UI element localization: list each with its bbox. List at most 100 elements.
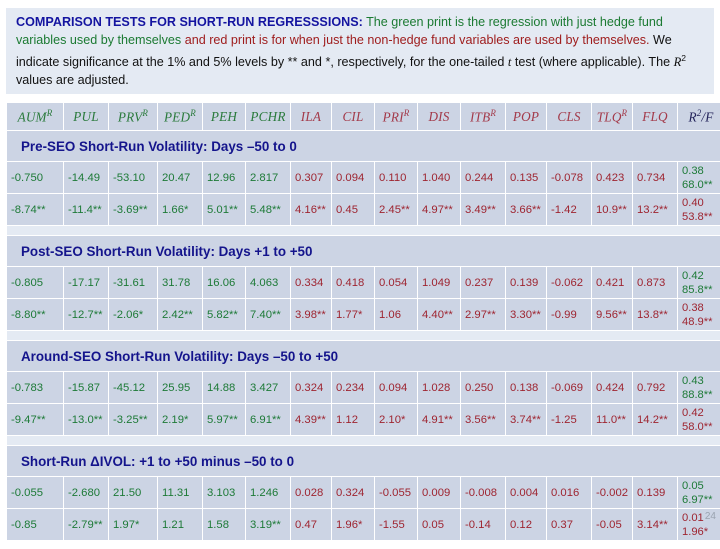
table-cell: 5.01** — [203, 194, 245, 225]
header-base: FLQ — [642, 108, 668, 124]
rsquared-f-stack: 0.38 48.9** — [682, 301, 720, 329]
rsquared-f-stack: 0.38 68.0** — [682, 164, 720, 192]
rsquared-value: 0.42 — [682, 406, 704, 419]
table-cell: -2.06* — [109, 299, 157, 330]
table-cell: 7.40** — [246, 299, 290, 330]
table-cell: 5.82** — [203, 299, 245, 330]
table-cell: 0.792 — [633, 372, 677, 403]
table-cell: 0.37 — [547, 509, 591, 540]
table-cell: -0.750 — [7, 162, 63, 193]
table-cell: 0.734 — [633, 162, 677, 193]
table-cell: 4.97** — [418, 194, 460, 225]
table-cell: 3.66** — [506, 194, 546, 225]
table-cell: 4.39** — [291, 404, 331, 435]
header-superscript: R — [46, 107, 53, 118]
f-statistic-value: 68.0** — [682, 178, 713, 191]
header-base: TLQ — [596, 109, 622, 125]
table-cell: -0.14 — [461, 509, 505, 540]
coefficient-row: -0.055 -2.680 21.50 11.31 3.103 1.246 0.028 0.3… — [7, 477, 720, 508]
tstatistic-row: -9.47** -13.0** -3.25** 2.19* 5.97** 6.91** 4.… — [7, 404, 720, 435]
table-cell: 13.8** — [633, 299, 677, 330]
caption-r-exponent: 2 — [681, 52, 687, 63]
table-cell: 0.135 — [506, 162, 546, 193]
table-cell: 0.47 — [291, 509, 331, 540]
caption-lead: COMPARISON TESTS FOR SHORT-RUN REGRESSSI… — [16, 15, 363, 29]
table-cell: 14.2** — [633, 404, 677, 435]
table-cell: 0.054 — [375, 267, 417, 298]
table-cell: 3.56** — [461, 404, 505, 435]
table-cell: 0.244 — [461, 162, 505, 193]
column-header-flq: FLQ — [633, 103, 677, 130]
table-cell: 4.91** — [418, 404, 460, 435]
table-cell: 0.423 — [592, 162, 632, 193]
table-cell: 31.78 — [158, 267, 202, 298]
table-cell: 2.817 — [246, 162, 290, 193]
column-header-ila: ILA — [291, 103, 331, 130]
table-cell: 1.028 — [418, 372, 460, 403]
table-cell: -8.80** — [7, 299, 63, 330]
header-base: R — [688, 109, 697, 125]
column-header-prv: PRVR — [109, 103, 157, 130]
table-cell: 1.246 — [246, 477, 290, 508]
column-header-peh: PEH — [203, 103, 245, 130]
table-cell: 16.06 — [203, 267, 245, 298]
table-cell: -2.79** — [64, 509, 108, 540]
table-cell: 0.324 — [291, 372, 331, 403]
table-cell: -0.05 — [592, 509, 632, 540]
table-cell: -9.47** — [7, 404, 63, 435]
header-base: PEH — [210, 108, 238, 124]
column-header-row: AUMR PUL PRVR PEDR PEH PCHR ILA CIL PRIR DIS ITBR P… — [7, 103, 720, 130]
section-header-row: Post-SEO Short-Run Volatility: Days +1 t… — [7, 236, 720, 266]
table-cell: 0.004 — [506, 477, 546, 508]
f-statistic-value: 85.8** — [682, 283, 713, 296]
table-cell: -0.002 — [592, 477, 632, 508]
header-base: ITB — [469, 109, 491, 125]
table-cell: 3.427 — [246, 372, 290, 403]
table-cell: -3.25** — [109, 404, 157, 435]
table-cell: -11.4** — [64, 194, 108, 225]
table-cell: 11.31 — [158, 477, 202, 508]
rsquared-value: 0.42 — [682, 269, 704, 282]
table-cell: 0.009 — [418, 477, 460, 508]
table-cell: 1.97* — [109, 509, 157, 540]
table-cell: 3.103 — [203, 477, 245, 508]
table-cell: 2.19* — [158, 404, 202, 435]
column-header-tlq: TLQR — [592, 103, 632, 130]
coefficient-row: -0.805 -17.17 -31.61 31.78 16.06 4.063 0.334 0.… — [7, 267, 720, 298]
rsquared-f-stack: 0.42 85.8** — [682, 269, 720, 297]
table-cell: -0.062 — [547, 267, 591, 298]
table-cell: -0.078 — [547, 162, 591, 193]
rsquared-f-cell: 0.40 53.8** — [678, 194, 720, 225]
section-title: Around-SEO Short-Run Volatility: Days –5… — [7, 341, 720, 371]
f-statistic-value: 53.8** — [682, 210, 713, 223]
table-cell: 0.12 — [506, 509, 546, 540]
header-base: PED — [164, 109, 191, 125]
rsquared-value: 0.40 — [682, 196, 704, 209]
page-number: 24 — [704, 511, 716, 522]
spacer-cell — [7, 226, 720, 235]
table-cell: -3.69** — [109, 194, 157, 225]
table-cell: 0.139 — [633, 477, 677, 508]
f-statistic-value: 48.9** — [682, 315, 713, 328]
table-cell: 2.10* — [375, 404, 417, 435]
table-cell: 1.06 — [375, 299, 417, 330]
column-header-pul: PUL — [64, 103, 108, 130]
table-cell: 0.234 — [332, 372, 374, 403]
table-cell: -13.0** — [64, 404, 108, 435]
table-cell: 5.97** — [203, 404, 245, 435]
table-cell: 4.40** — [418, 299, 460, 330]
regression-results-table: AUMR PUL PRVR PEDR PEH PCHR ILA CIL PRIR DIS ITBR P… — [6, 102, 720, 549]
section-title: Pre-SEO Short-Run Volatility: Days –50 t… — [7, 131, 720, 161]
rsquared-f-stack: 0.42 58.0** — [682, 406, 720, 434]
section-title: Post-SEO Short-Run Volatility: Days +1 t… — [7, 236, 720, 266]
table-body: Pre-SEO Short-Run Volatility: Days –50 t… — [7, 131, 720, 548]
table-cell: 2.42** — [158, 299, 202, 330]
table-cell: 1.58 — [203, 509, 245, 540]
header-base: PCHR — [250, 108, 286, 124]
table-cell: 0.05 — [418, 509, 460, 540]
table-cell: 0.424 — [592, 372, 632, 403]
table-cell: 1.66* — [158, 194, 202, 225]
header-base: PRV — [117, 109, 143, 125]
header-base: CLS — [557, 108, 581, 124]
section-header-row: Short-Run ΔIVOL: +1 to +50 minus –50 to … — [7, 446, 720, 476]
